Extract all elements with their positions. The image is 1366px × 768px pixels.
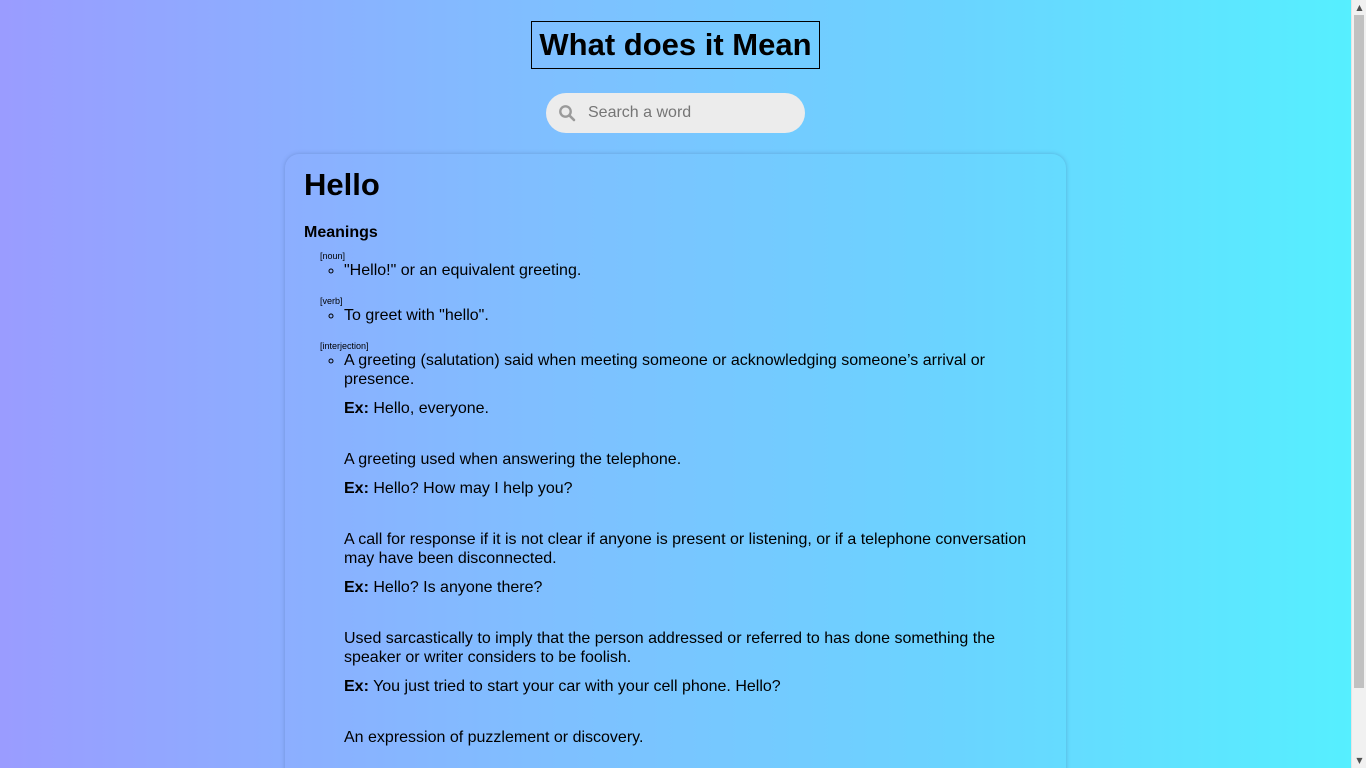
meanings-heading: Meanings: [304, 224, 378, 241]
definition-item: "Hello!" or an equivalent greeting.: [344, 261, 1047, 280]
example: Ex: You just tried to start your car wit…: [344, 677, 1047, 696]
site-title: What does it Mean: [531, 21, 820, 69]
part-of-speech-group: [noun] "Hello!" or an equivalent greetin…: [320, 251, 1047, 280]
example-prefix: Ex:: [344, 678, 369, 695]
part-of-speech-group: [verb] To greet with "hello".: [320, 296, 1047, 325]
definition-item: Used sarcastically to imply that the per…: [344, 629, 1047, 696]
definition-item: To greet with "hello".: [344, 306, 1047, 325]
definition-text: A greeting used when answering the telep…: [344, 451, 682, 468]
part-of-speech-label: [interjection]: [320, 341, 369, 351]
scroll-up-icon[interactable]: ▲: [1352, 0, 1366, 15]
definition-item: A greeting (salutation) said when meetin…: [344, 351, 1047, 418]
example-text: Hello? Is anyone there?: [373, 579, 543, 596]
example-text: Hello, everyone.: [373, 400, 489, 417]
word-title: Hello: [304, 167, 380, 202]
definition-list: To greet with "hello".: [320, 306, 1047, 325]
part-of-speech-group: [interjection] A greeting (salutation) s…: [320, 341, 1047, 747]
example: Ex: Hello? Is anyone there?: [344, 578, 1047, 597]
definition-text: A call for response if it is not clear i…: [344, 531, 1027, 567]
example: Ex: Hello? How may I help you?: [344, 479, 1047, 498]
definition-card: Hello Meanings [noun] "Hello!" or an equ…: [285, 154, 1066, 768]
search-bar[interactable]: [546, 93, 805, 133]
part-of-speech-label: [noun]: [320, 251, 346, 261]
definition-text: Used sarcastically to imply that the per…: [344, 630, 996, 666]
example-text: Hello? How may I help you?: [373, 480, 573, 497]
example-prefix: Ex:: [344, 480, 369, 497]
definition-item: A call for response if it is not clear i…: [344, 530, 1047, 597]
scroll-down-icon[interactable]: ▼: [1352, 753, 1366, 768]
definition-text: "Hello!" or an equivalent greeting.: [344, 262, 582, 279]
definition-text: To greet with "hello".: [344, 307, 489, 324]
header: What does it Mean: [0, 21, 1351, 69]
example-prefix: Ex:: [344, 579, 369, 596]
definition-text: A greeting (salutation) said when meetin…: [344, 352, 985, 388]
example-text: You just tried to start your car with yo…: [373, 678, 781, 695]
part-of-speech-label: [verb]: [320, 296, 343, 306]
definition-item: An expression of puzzlement or discovery…: [344, 728, 1047, 747]
page: What does it Mean Hello Meanings [noun] …: [0, 0, 1351, 768]
scrollbar-thumb[interactable]: [1354, 15, 1364, 688]
definition-list: A greeting (salutation) said when meetin…: [320, 351, 1047, 747]
example: Ex: Hello, everyone.: [344, 399, 1047, 418]
example-prefix: Ex:: [344, 400, 369, 417]
definition-text: An expression of puzzlement or discovery…: [344, 729, 644, 746]
search-icon[interactable]: [558, 104, 576, 122]
definition-item: A greeting used when answering the telep…: [344, 450, 1047, 498]
vertical-scrollbar[interactable]: ▲ ▼: [1351, 0, 1366, 768]
search-input[interactable]: [588, 104, 788, 122]
definition-list: "Hello!" or an equivalent greeting.: [320, 261, 1047, 280]
